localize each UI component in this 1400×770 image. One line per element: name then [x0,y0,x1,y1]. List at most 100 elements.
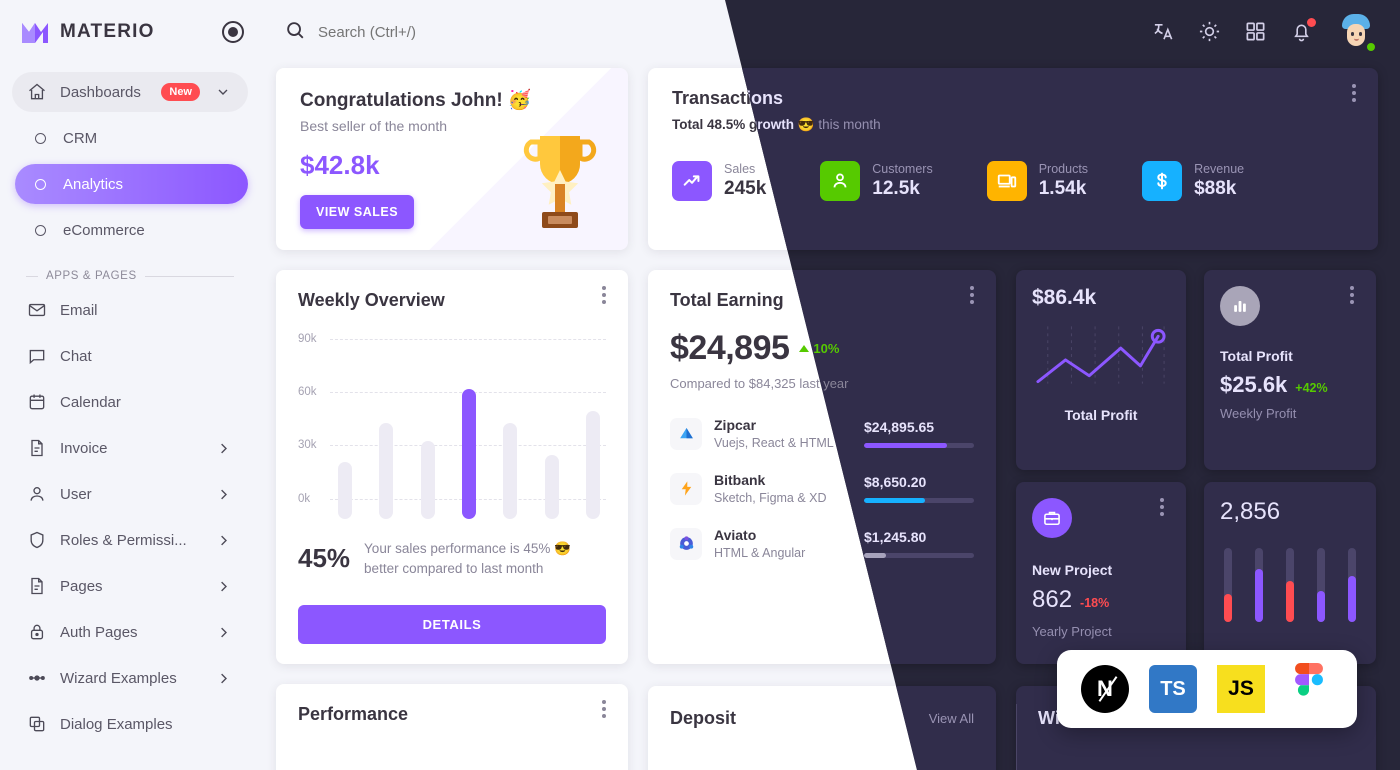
deposit-view-all-link[interactable]: View All [929,711,974,726]
kebab-menu-icon[interactable] [1342,284,1362,306]
sidebar-item-user[interactable]: User [12,474,248,514]
sidebar-item-ecommerce[interactable]: eCommerce [15,210,248,250]
grid-apps-icon[interactable] [1244,20,1268,44]
sidebar-item-label: Dialog Examples [60,715,173,733]
chevron-down-icon[interactable] [212,81,234,103]
triangle-up-icon [799,345,810,352]
weekly-performance: 45% Your sales performance is 45% 😎 bett… [298,539,606,578]
avatar[interactable] [1336,12,1377,53]
stat-label: Sales [724,162,756,176]
y-tick: 30k [298,439,317,451]
sidebar-item-label: CRM [63,129,98,147]
sidebar-item-email[interactable]: Email [12,290,248,330]
item-value: $1,245.80 [864,529,927,545]
nextjs-logo[interactable]: N [1081,665,1129,713]
sidebar-item-label: eCommerce [63,221,145,239]
item-name: Bitbank [714,472,766,488]
brand-name: MATERIO [60,21,155,42]
bar[interactable] [503,423,518,519]
new-project-delta: -18% [1080,596,1110,610]
radio-circle-icon[interactable] [222,21,244,43]
bar[interactable] [544,455,559,519]
chevron-right-icon[interactable] [212,529,234,551]
sidebar-item-dashboards[interactable]: Dashboards New [12,72,248,112]
wizard-icon [26,667,48,689]
kebab-menu-icon[interactable] [594,698,614,720]
performance-percent: 45% [298,543,351,574]
bar[interactable] [1224,548,1232,622]
details-button[interactable]: DETAILS [298,605,606,644]
sidebar-item-label: Calendar [60,393,121,411]
dialog-icon [26,713,48,735]
typescript-logo[interactable]: TS [1149,665,1197,713]
weekly-profit-amount: $25.6k [1220,372,1288,397]
materio-logo [20,19,50,45]
sidebar-badge-new: New [161,83,200,101]
bar[interactable] [338,462,352,519]
chat-icon [26,345,48,367]
bell-icon[interactable] [1290,18,1316,44]
chevron-right-icon[interactable] [212,437,234,459]
sidebar-caption: APPS & PAGES [0,256,260,290]
sidebar-item-analytics[interactable]: Analytics [15,164,248,204]
sidebar-item-crm[interactable]: CRM [15,118,248,158]
kebab-menu-icon[interactable] [1152,496,1172,518]
weekly-bar-chart: 90k 60k 30k 0k [298,333,606,519]
chevron-right-icon[interactable] [212,621,234,643]
trending-up-icon [672,161,712,201]
performance-card: Performance [276,684,628,770]
sidebar-item-roles-permissions[interactable]: Roles & Permissi... [12,520,248,560]
sidebar-apps: Email Chat Calendar Invoice User Roles &… [0,290,260,744]
transactions-period: this month [814,117,881,132]
calendar-icon [26,391,48,413]
sidebar-item-wizard-examples[interactable]: Wizard Examples [12,658,248,698]
view-sales-button[interactable]: VIEW SALES [300,195,415,229]
pages-icon [26,575,48,597]
sidebar-item-invoice[interactable]: Invoice [12,428,248,468]
line-chart-sparkline [1032,326,1170,394]
sidebar-item-chat[interactable]: Chat [12,336,248,376]
progress-bar [864,553,974,558]
weekly-profit-title: Total Profit [1220,348,1293,364]
item-value: $24,895.65 [864,419,935,435]
item-name: Aviato [714,527,757,543]
kebab-menu-icon[interactable] [1344,82,1364,104]
bar[interactable] [1286,548,1294,622]
bar[interactable] [379,423,394,519]
figma-logo[interactable] [1285,663,1333,713]
bar[interactable] [1317,548,1325,622]
bar[interactable] [1348,548,1356,622]
bar[interactable] [585,410,600,519]
sessions-amount: 2,856 [1220,498,1281,525]
sidebar-item-calendar[interactable]: Calendar [12,382,248,422]
bar[interactable] [1255,548,1263,622]
new-project-card: New Project 862 -18% Yearly Project [1016,482,1186,664]
transactions-stats: Sales 245k Customers 12.5k [725,161,1354,201]
sessions-card: 2,856 [1204,482,1376,664]
sidebar-item-auth-pages[interactable]: Auth Pages [12,612,248,652]
sidebar-item-label: Wizard Examples [60,669,177,687]
sidebar-nav: Dashboards New CRM Analytics eCommerce [0,64,260,250]
sun-icon[interactable] [1198,20,1222,44]
search-input[interactable] [318,23,698,41]
chevron-right-icon[interactable] [212,575,234,597]
sidebar-item-label: Roles & Permissi... [60,531,187,549]
kebab-menu-icon[interactable] [962,284,982,306]
search-icon[interactable] [284,19,306,46]
bar[interactable] [420,440,435,519]
sidebar-item-label: Analytics [63,175,124,193]
bar[interactable] [461,389,476,519]
sidebar: MATERIO Dashboards New CRM Analytics eCo… [0,0,260,770]
new-project-sub: Yearly Project [1032,624,1112,639]
sidebar-item-pages[interactable]: Pages [12,566,248,606]
tech-stack-bar: N TS JS [1057,650,1357,728]
notification-badge [1307,18,1316,27]
sidebar-item-dialog-examples[interactable]: Dialog Examples [12,704,248,744]
translate-icon[interactable] [1152,20,1176,44]
javascript-logo[interactable]: JS [1217,665,1265,713]
stat-label: Products [1038,162,1089,176]
chevron-right-icon[interactable] [212,667,234,689]
chevron-right-icon[interactable] [212,483,234,505]
navbar-actions [1152,12,1377,53]
stat-label: Customers [872,162,933,176]
